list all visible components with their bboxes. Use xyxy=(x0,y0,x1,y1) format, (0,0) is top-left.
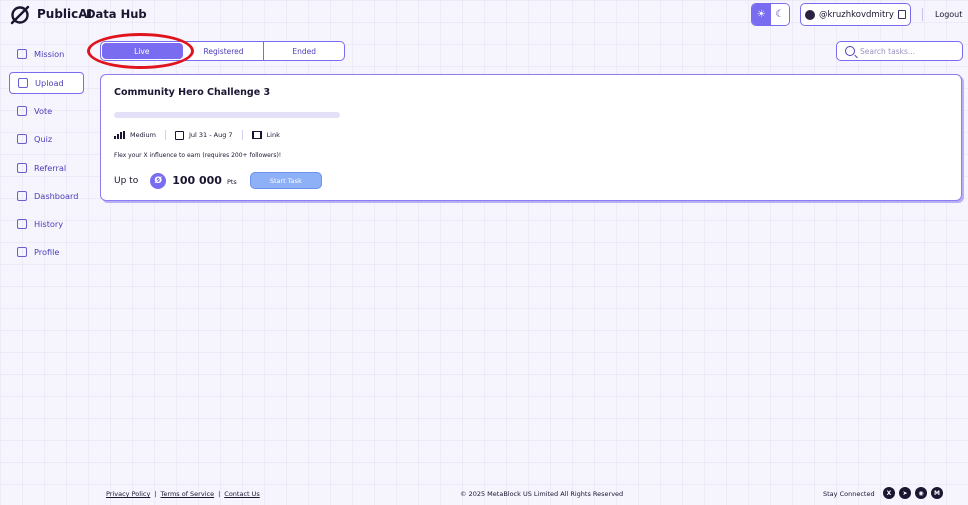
upload-icon xyxy=(18,78,28,88)
light-theme-icon[interactable]: ☀ xyxy=(752,4,771,25)
sidebar-item-label: Mission xyxy=(34,49,65,59)
sidebar-item-profile[interactable]: Profile xyxy=(9,241,84,263)
sidebar-item-history[interactable]: History xyxy=(9,213,84,235)
avatar xyxy=(805,9,815,20)
points-coin-icon: Ø xyxy=(150,172,167,189)
sidebar-item-label: Quiz xyxy=(34,134,53,144)
mission-icon xyxy=(17,49,27,59)
difficulty-bars-icon xyxy=(114,131,125,139)
reward-row: Up to Ø 100 000 Pts Start Task xyxy=(114,172,322,189)
tab-live[interactable]: Live xyxy=(102,43,183,59)
task-description: Flex your X influence to earn (requires … xyxy=(114,152,282,159)
x-icon[interactable]: X xyxy=(883,487,895,499)
meta-divider xyxy=(165,130,166,140)
theme-toggle[interactable]: ☀ ☾ xyxy=(751,3,790,26)
calendar-icon xyxy=(175,130,184,140)
footer-separator: | xyxy=(218,490,221,498)
header-divider xyxy=(922,8,923,21)
profile-icon xyxy=(17,247,27,257)
quiz-icon xyxy=(17,134,27,144)
sidebar-item-label: Profile xyxy=(34,247,60,257)
task-title: Community Hero Challenge 3 xyxy=(114,87,271,98)
meta-divider xyxy=(241,130,243,140)
reward-points: 100 000 xyxy=(172,174,222,187)
search-icon xyxy=(845,46,855,56)
task-type-label: Link xyxy=(266,131,280,139)
contact-us-link[interactable]: Contact Us xyxy=(224,490,260,498)
sidebar-item-vote[interactable]: Vote xyxy=(9,100,84,122)
task-meta: Medium Jul 31 - Aug 7 Link xyxy=(114,130,280,140)
difficulty: Medium xyxy=(114,131,156,139)
sidebar-item-dashboard[interactable]: Dashboard xyxy=(9,185,84,207)
sidebar-item-label: Upload xyxy=(35,78,64,88)
sidebar-item-quiz[interactable]: Quiz xyxy=(9,128,84,150)
brand-subtitle: Data Hub xyxy=(86,7,147,21)
sidebar-item-referral[interactable]: Referral xyxy=(9,157,84,179)
sidebar-item-label: Dashboard xyxy=(34,191,79,201)
referral-icon xyxy=(17,163,27,173)
dark-theme-icon[interactable]: ☾ xyxy=(770,4,789,25)
task-progress-bar xyxy=(114,112,340,118)
sidebar-item-mission[interactable]: Mission xyxy=(9,43,84,65)
reward-prefix: Up to xyxy=(114,175,139,186)
sidebar-item-label: Vote xyxy=(34,106,53,116)
task-type: Link xyxy=(251,131,280,139)
date-range: Jul 31 - Aug 7 xyxy=(175,130,233,140)
privacy-policy-link[interactable]: Privacy Policy xyxy=(106,490,150,498)
user-account-button[interactable]: @kruzhkovdmitry xyxy=(800,3,911,26)
search-box[interactable] xyxy=(836,41,963,61)
telegram-icon[interactable]: ➤ xyxy=(899,487,911,499)
sidebar-item-upload[interactable]: Upload xyxy=(9,72,84,94)
sidebar-item-label: History xyxy=(34,219,64,229)
top-bar: PublicAI Data Hub ☀ ☾ @kruzhkovdmitry Lo… xyxy=(0,0,968,30)
medium-icon[interactable]: M xyxy=(931,487,943,499)
vote-icon xyxy=(17,106,27,116)
difficulty-label: Medium xyxy=(130,131,156,139)
sidebar-item-label: Referral xyxy=(34,163,67,173)
dashboard-icon xyxy=(17,191,27,201)
tab-registered[interactable]: Registered xyxy=(184,42,265,60)
social-links: X ➤ ◉ M xyxy=(883,487,943,499)
copyright: © 2025 MetaBlock US Limited All Rights R… xyxy=(460,490,624,498)
task-card[interactable]: Community Hero Challenge 3 Medium Jul 31… xyxy=(100,74,962,201)
reward-unit: Pts xyxy=(226,178,237,186)
publicai-logo-icon[interactable] xyxy=(9,4,31,26)
discord-icon[interactable]: ◉ xyxy=(915,487,927,499)
footer: Privacy Policy | Terms of Service | Cont… xyxy=(0,484,968,504)
search-input[interactable] xyxy=(860,46,950,56)
stay-connected-label: Stay Connected xyxy=(823,490,875,498)
history-icon xyxy=(17,219,27,229)
logout-link[interactable]: Logout xyxy=(935,10,962,19)
terms-of-service-link[interactable]: Terms of Service xyxy=(161,490,215,498)
start-task-button[interactable]: Start Task xyxy=(249,172,322,189)
brand-name: PublicAI xyxy=(37,7,93,21)
copy-icon[interactable] xyxy=(898,10,906,19)
link-icon xyxy=(251,131,262,139)
footer-links: Privacy Policy | Terms of Service | Cont… xyxy=(106,490,260,498)
footer-separator: | xyxy=(154,490,157,498)
date-range-label: Jul 31 - Aug 7 xyxy=(189,131,233,139)
task-status-tabs: Live Registered Ended xyxy=(100,41,345,61)
username: @kruzhkovdmitry xyxy=(819,9,894,20)
tab-ended[interactable]: Ended xyxy=(264,42,344,60)
